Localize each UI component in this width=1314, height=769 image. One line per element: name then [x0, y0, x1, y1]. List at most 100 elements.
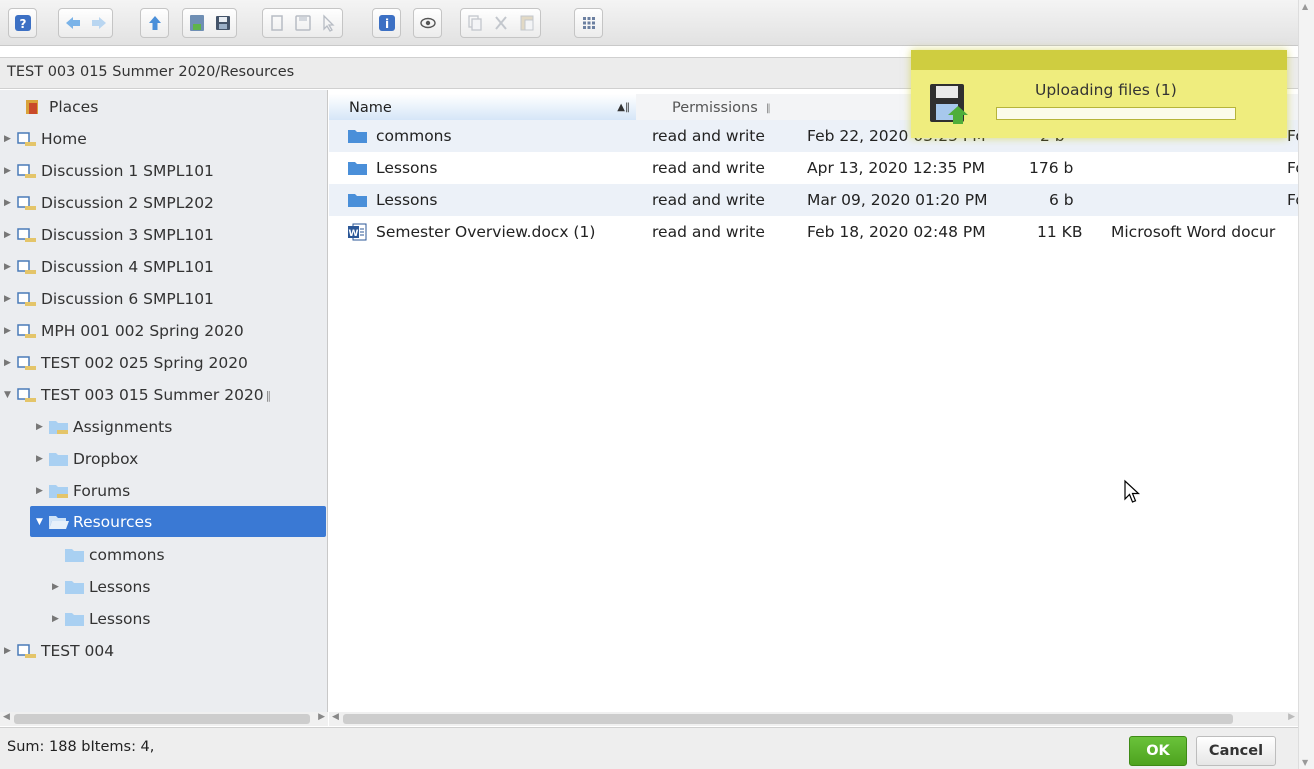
- forward-arrow-icon[interactable]: [88, 13, 109, 34]
- preview-eye-icon[interactable]: [417, 13, 438, 34]
- word-doc-icon: W: [347, 216, 367, 248]
- expand-arrow-icon[interactable]: ▶: [4, 230, 16, 240]
- select-icon[interactable]: [318, 13, 339, 34]
- table-row[interactable]: Lessons read and write Mar 09, 2020 01:2…: [329, 184, 1298, 216]
- table-row[interactable]: Lessons read and write Apr 13, 2020 12:3…: [329, 152, 1298, 184]
- expand-arrow-icon[interactable]: ▶: [4, 262, 16, 272]
- sidebar-item-resources[interactable]: ▼ Resources: [30, 506, 326, 537]
- upload-title: Uploading files (1): [1035, 81, 1177, 99]
- info-icon[interactable]: i: [376, 13, 397, 34]
- scroll-right-icon[interactable]: ▶: [318, 712, 325, 722]
- sidebar-item-label: TEST 002 025 Spring 2020: [41, 354, 248, 372]
- scrollbar-thumb[interactable]: [14, 714, 310, 724]
- toolbar-group-info: i: [372, 8, 401, 38]
- table-row[interactable]: W Semester Overview.docx (1) read and wr…: [329, 216, 1298, 248]
- scroll-down-icon[interactable]: ▼: [1302, 758, 1308, 767]
- resize-handle-icon[interactable]: ‖: [766, 103, 771, 114]
- upload-icon[interactable]: [186, 13, 207, 34]
- places-label: Places: [49, 98, 99, 116]
- resize-handle-icon[interactable]: ‖: [266, 389, 272, 402]
- sidebar-item-label: Home: [41, 130, 87, 148]
- folder-icon: [48, 418, 70, 436]
- expand-arrow-icon[interactable]: ▶: [4, 294, 16, 304]
- column-header-name[interactable]: Name ▲‖: [329, 94, 636, 122]
- file-size: 6 b: [1049, 191, 1074, 209]
- column-permissions-label: Permissions: [672, 100, 758, 116]
- sidebar-item-discussion-6[interactable]: ▶ Discussion 6 SMPL101: [4, 284, 214, 314]
- expand-arrow-icon[interactable]: ▶: [4, 646, 16, 656]
- toolbar-group-view: [574, 8, 603, 38]
- sidebar-item-lessons-2[interactable]: ▶ Lessons: [52, 604, 150, 634]
- sidebar-item-discussion-1[interactable]: ▶ Discussion 1 SMPL101: [4, 156, 214, 186]
- site-icon: [16, 194, 38, 212]
- expand-arrow-icon[interactable]: ▶: [36, 486, 48, 496]
- expand-arrow-icon[interactable]: ▶: [4, 134, 16, 144]
- site-icon: [16, 130, 38, 148]
- site-icon: [16, 354, 38, 372]
- sidebar-item-dropbox[interactable]: ▶ Dropbox: [36, 444, 138, 474]
- folder-icon: [48, 450, 70, 468]
- site-icon: [16, 642, 38, 660]
- sidebar-item-assignments[interactable]: ▶ Assignments: [36, 412, 172, 442]
- disk-icon[interactable]: [292, 13, 313, 34]
- sidebar-item-test-002[interactable]: ▶ TEST 002 025 Spring 2020: [4, 348, 248, 378]
- scroll-left-icon[interactable]: ◀: [3, 712, 10, 722]
- sidebar-item-lessons-1[interactable]: ▶ Lessons: [52, 572, 150, 602]
- expand-arrow-icon[interactable]: ▶: [52, 614, 64, 624]
- column-header-permissions[interactable]: Permissions ‖: [672, 94, 792, 122]
- file-permissions: read and write: [652, 127, 765, 145]
- file-list-hscrollbar[interactable]: ◀ ▶: [329, 712, 1298, 726]
- sidebar-item-mph-001[interactable]: ▶ MPH 001 002 Spring 2020: [4, 316, 244, 346]
- expand-arrow-icon[interactable]: ▶: [52, 582, 64, 592]
- scrollbar-thumb[interactable]: [343, 714, 1233, 724]
- sort-asc-icon: ▲‖: [617, 102, 630, 113]
- svg-text:?: ?: [19, 17, 26, 31]
- expand-arrow-icon[interactable]: ▶: [4, 198, 16, 208]
- expand-arrow-icon[interactable]: ▶: [36, 454, 48, 464]
- grid-view-icon[interactable]: [578, 13, 599, 34]
- expand-arrow-icon[interactable]: ▶: [36, 422, 48, 432]
- paste-icon[interactable]: [516, 13, 537, 34]
- expand-arrow-icon[interactable]: ▶: [4, 166, 16, 176]
- new-folder-icon[interactable]: [266, 13, 287, 34]
- collapse-arrow-icon[interactable]: ▼: [4, 390, 16, 400]
- back-arrow-icon[interactable]: [62, 13, 83, 34]
- sidebar-item-discussion-4[interactable]: ▶ Discussion 4 SMPL101: [4, 252, 214, 282]
- file-name: commons: [376, 127, 452, 145]
- page-vscrollbar[interactable]: ▲ ▼: [1298, 0, 1314, 769]
- site-icon: [16, 386, 38, 404]
- sidebar-item-test-003[interactable]: ▼ TEST 003 015 Summer 2020 ‖: [4, 380, 271, 410]
- collapse-arrow-icon[interactable]: ▼: [36, 517, 48, 527]
- site-icon: [16, 258, 38, 276]
- expand-arrow-icon[interactable]: ▶: [4, 326, 16, 336]
- file-name: Lessons: [376, 159, 438, 177]
- sidebar-item-label: Discussion 4 SMPL101: [41, 258, 214, 276]
- sidebar-item-commons[interactable]: commons: [64, 540, 165, 570]
- ok-button[interactable]: OK: [1129, 736, 1187, 766]
- file-kind: Fo: [1287, 159, 1298, 177]
- sidebar-item-home[interactable]: ▶ Home: [4, 124, 87, 154]
- save-icon[interactable]: [212, 13, 233, 34]
- up-folder-icon[interactable]: [144, 13, 165, 34]
- sidebar-item-discussion-2[interactable]: ▶ Discussion 2 SMPL202: [4, 188, 214, 218]
- places-node[interactable]: Places: [24, 92, 98, 122]
- sidebar-item-forums[interactable]: ▶ Forums: [36, 476, 130, 506]
- expand-arrow-icon[interactable]: ▶: [4, 358, 16, 368]
- sidebar-hscrollbar[interactable]: ◀ ▶: [0, 712, 328, 726]
- scroll-up-icon[interactable]: ▲: [1302, 2, 1308, 11]
- scroll-left-icon[interactable]: ◀: [332, 712, 339, 722]
- sidebar-item-test-004[interactable]: ▶ TEST 004: [4, 636, 114, 666]
- mouse-cursor-icon: [1123, 479, 1143, 509]
- sidebar-item-discussion-3[interactable]: ▶ Discussion 3 SMPL101: [4, 220, 214, 250]
- svg-text:W: W: [349, 229, 359, 239]
- site-icon: [16, 226, 38, 244]
- scroll-right-icon[interactable]: ▶: [1288, 712, 1295, 722]
- copy-icon[interactable]: [464, 13, 485, 34]
- toolbar-group-clipboard: [460, 8, 541, 38]
- file-size: 176 b: [1029, 159, 1074, 177]
- cancel-button[interactable]: Cancel: [1196, 736, 1276, 766]
- help-icon[interactable]: ?: [12, 13, 33, 34]
- folder-icon: [347, 120, 369, 152]
- cut-icon[interactable]: [490, 13, 511, 34]
- sidebar-item-label: MPH 001 002 Spring 2020: [41, 322, 244, 340]
